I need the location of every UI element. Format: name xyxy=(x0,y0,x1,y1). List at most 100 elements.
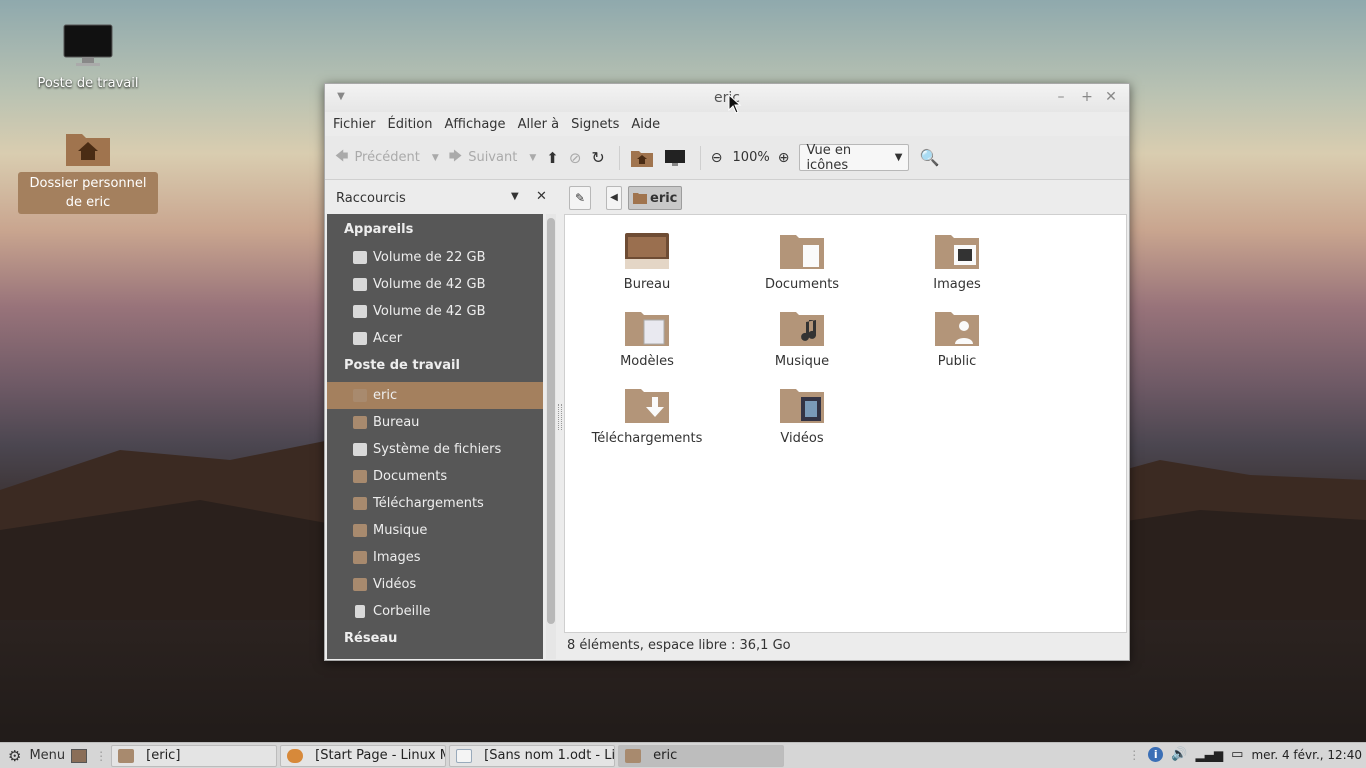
file-item-bureau[interactable]: Bureau xyxy=(582,231,712,292)
file-item-documents[interactable]: Documents xyxy=(737,231,867,292)
file-item-videos[interactable]: Vidéos xyxy=(737,385,867,446)
start-menu-button[interactable]: ⚙ Menu xyxy=(0,747,65,765)
info-icon[interactable]: i xyxy=(1148,747,1164,762)
chevron-down-icon: ▼ xyxy=(431,152,439,163)
documents-folder-icon xyxy=(780,235,824,269)
gear-icon: ⚙ xyxy=(8,746,22,765)
home-folder-icon xyxy=(633,193,647,204)
pane-resize-handle[interactable] xyxy=(558,404,562,430)
sidebar-item-downloads[interactable]: Téléchargements xyxy=(327,490,543,517)
battery-icon[interactable]: ▭ xyxy=(1231,747,1243,762)
file-item-label: Vidéos xyxy=(780,431,824,446)
menu-aller-a[interactable]: Aller à xyxy=(518,117,560,132)
sidebar-title: Raccourcis xyxy=(336,191,406,206)
taskbar-window-writer[interactable]: [Sans nom 1.odt - Lib... xyxy=(449,744,616,767)
edit-path-button[interactable]: ✎ xyxy=(569,186,591,210)
sidebar-item-bureau[interactable]: Bureau xyxy=(327,409,543,436)
title-bar[interactable]: ▼ eric – + ✕ xyxy=(325,84,1129,112)
taskbar: ⚙ Menu ⋮ [eric] [Start Page - Linux Mi..… xyxy=(0,742,1366,768)
folder-icon xyxy=(118,748,135,763)
computer-icon xyxy=(63,24,113,66)
minimize-button[interactable]: – xyxy=(1053,89,1069,105)
zoom-out-button[interactable]: ⊖ xyxy=(711,150,723,166)
system-tray: ⋮ i 🔊 ▂▄▆ ▭ mer. 4 févr., 12:40 xyxy=(1120,747,1362,762)
sidebar-item-music[interactable]: Musique xyxy=(327,517,543,544)
sidebar-item-label: Volume de 42 GB xyxy=(373,277,486,292)
sidebar-heading-devices: Appareils xyxy=(344,222,414,237)
drive-icon xyxy=(353,305,367,318)
taskbar-window-label: [Sans nom 1.odt - Lib... xyxy=(484,748,616,763)
sidebar-item-filesystem[interactable]: Système de fichiers xyxy=(327,436,543,463)
computer-button[interactable] xyxy=(664,149,686,167)
sidebar-item-label: Acer xyxy=(373,331,403,346)
show-desktop-icon[interactable] xyxy=(71,748,88,763)
sidebar-item-volume-42b[interactable]: Volume de 42 GB xyxy=(327,298,543,325)
file-item-label: Modèles xyxy=(620,354,674,369)
sidebar-item-label: Corbeille xyxy=(373,604,431,619)
menu-edition[interactable]: Édition xyxy=(388,117,433,132)
up-button[interactable]: ⬆ xyxy=(546,149,559,167)
home-button[interactable] xyxy=(630,148,654,168)
public-folder-icon xyxy=(935,312,979,346)
file-item-public[interactable]: Public xyxy=(892,308,1022,369)
file-item-telechargements[interactable]: Téléchargements xyxy=(582,385,712,446)
menu-signets[interactable]: Signets xyxy=(571,117,619,132)
file-view[interactable]: Bureau Documents Images Modèles Musique … xyxy=(564,214,1127,633)
sidebar-item-documents[interactable]: Documents xyxy=(327,463,543,490)
desktop-icon-computer[interactable]: Poste de travail xyxy=(18,24,158,95)
sidebar-item-images[interactable]: Images xyxy=(327,544,543,571)
chevron-down-icon: ▼ xyxy=(894,152,903,163)
sidebar-type-dropdown[interactable]: ▼ xyxy=(511,191,519,202)
zoom-out-icon: ⊖ xyxy=(710,149,723,166)
desktop-icon-label: Poste de travail xyxy=(37,76,139,91)
zoom-in-button[interactable]: ⊕ xyxy=(778,150,790,166)
sidebar-item-eric[interactable]: eric xyxy=(327,382,543,409)
path-scroll-left-button[interactable]: ◀ xyxy=(606,186,622,210)
file-item-images[interactable]: Images xyxy=(892,231,1022,292)
stop-button[interactable]: ⊘ xyxy=(569,149,582,167)
sidebar-item-volume-42a[interactable]: Volume de 42 GB xyxy=(327,271,543,298)
reload-button[interactable]: ↻ xyxy=(591,148,604,167)
sidebar-item-label: Musique xyxy=(373,523,428,538)
tray-separator: ⋮ xyxy=(1128,747,1141,762)
network-signal-icon[interactable]: ▂▄▆ xyxy=(1195,748,1223,762)
taskbar-window-eric-minimized[interactable]: [eric] xyxy=(111,744,278,767)
chevron-down-icon: ▼ xyxy=(529,152,537,163)
status-bar: 8 éléments, espace libre : 36,1 Go xyxy=(567,638,791,653)
file-item-musique[interactable]: Musique xyxy=(737,308,867,369)
scrollbar-thumb[interactable] xyxy=(547,218,555,624)
taskbar-window-firefox[interactable]: [Start Page - Linux Mi... xyxy=(280,744,447,767)
close-sidebar-icon[interactable]: ✕ xyxy=(536,189,547,204)
zoom-in-icon: ⊕ xyxy=(777,149,790,166)
sidebar-scrollbar[interactable] xyxy=(546,214,556,659)
taskbar-window-eric-active[interactable]: eric xyxy=(618,744,785,767)
path-crumb-label: eric xyxy=(650,190,678,206)
images-folder-icon xyxy=(353,551,367,564)
taskbar-window-label: [Start Page - Linux Mi... xyxy=(315,748,445,763)
maximize-button[interactable]: + xyxy=(1079,89,1095,105)
forward-button[interactable]: 🡆 Suivant ▼ xyxy=(449,147,536,169)
close-button[interactable]: ✕ xyxy=(1103,89,1119,105)
view-mode-select[interactable]: Vue en icônes ▼ xyxy=(799,143,910,173)
search-button[interactable]: 🔍 xyxy=(919,148,939,167)
menu-aide[interactable]: Aide xyxy=(631,117,660,132)
sidebar-item-volume-22[interactable]: Volume de 22 GB xyxy=(327,244,543,271)
sidebar-item-acer[interactable]: Acer xyxy=(327,325,543,352)
file-item-modeles[interactable]: Modèles xyxy=(582,308,712,369)
volume-icon[interactable]: 🔊 xyxy=(1171,747,1187,762)
arrow-right-icon: 🡆 xyxy=(448,148,463,164)
sidebar-item-trash[interactable]: Corbeille xyxy=(327,598,543,625)
sidebar-item-videos[interactable]: Vidéos xyxy=(327,571,543,598)
sidebar-item-label: Vidéos xyxy=(373,577,417,592)
path-crumb-eric[interactable]: eric xyxy=(628,186,683,210)
menu-affichage[interactable]: Affichage xyxy=(444,117,505,132)
desktop-icon-home[interactable]: Dossier personnel de eric xyxy=(18,128,158,214)
taskbar-window-label: eric xyxy=(653,748,678,763)
clock[interactable]: mer. 4 févr., 12:40 xyxy=(1251,748,1362,762)
trash-icon xyxy=(355,605,365,618)
back-button[interactable]: 🡄 Précédent ▼ xyxy=(335,147,439,169)
file-item-label: Téléchargements xyxy=(591,431,703,446)
menu-fichier[interactable]: Fichier xyxy=(333,117,376,132)
drive-icon xyxy=(353,251,367,264)
arrow-up-icon: ⬆ xyxy=(546,148,559,167)
